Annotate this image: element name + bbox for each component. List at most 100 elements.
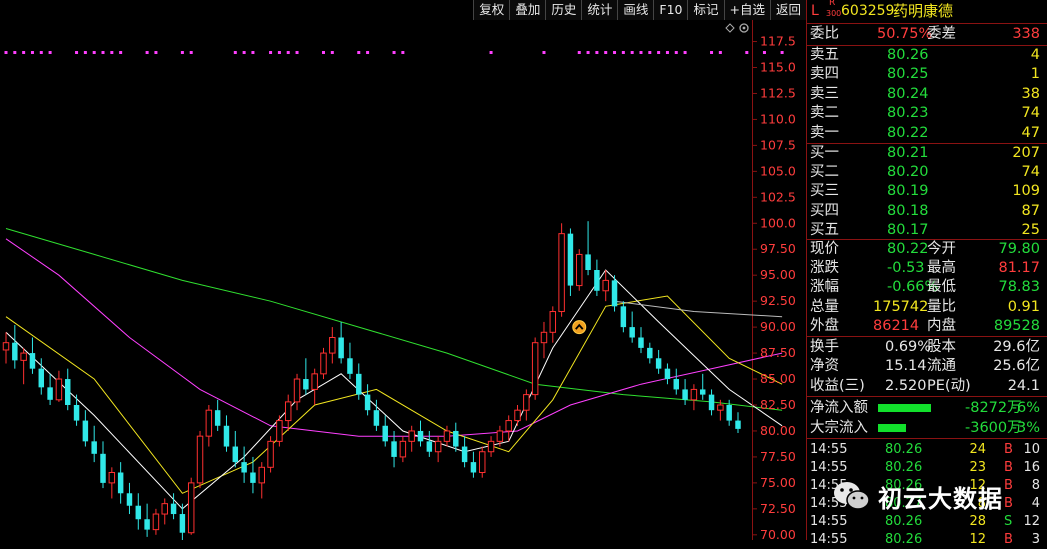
signal-mark (242, 51, 246, 54)
tick-side: S (1004, 514, 1013, 529)
weicha-label: 委差 (927, 26, 956, 42)
ask-row[interactable]: 卖一 80.22 47 (807, 124, 1047, 143)
signal-mark (621, 51, 625, 54)
y-axis-label: 92.50 (760, 293, 796, 308)
bid-price: 80.17 (887, 221, 929, 238)
y-axis-label: 115.0 (760, 60, 796, 75)
ask-price: 80.23 (887, 105, 929, 122)
tick-volume: 24 (969, 442, 986, 457)
toolbar-button-fuquan[interactable]: 复权 (473, 0, 510, 20)
y-axis-label: 87.50 (760, 345, 796, 360)
signal-mark (366, 51, 370, 54)
stat-row[interactable]: 涨幅 -0.66% 最低 78.83 (807, 278, 1047, 297)
bid-label: 买二 (810, 164, 839, 181)
signal-mark (251, 51, 255, 54)
signal-mark (401, 51, 405, 54)
bid-row[interactable]: 买四 80.18 87 (807, 202, 1047, 221)
signal-mark (718, 51, 722, 54)
fund-row[interactable]: 收益(三) 2.520 PE(动) 24.1 (807, 377, 1047, 396)
flow-label: 大宗流入 (810, 419, 868, 436)
fund-row[interactable]: 净资 15.14 流通 25.6亿 (807, 357, 1047, 376)
ask-row[interactable]: 卖三 80.24 38 (807, 85, 1047, 104)
toolbar-button-mark[interactable]: 标记 (687, 0, 724, 20)
signal-mark (357, 51, 361, 54)
fund-label: 换手 (810, 339, 839, 355)
y-axis-label: 110.0 (760, 111, 796, 126)
kline-chart-svg[interactable]: 120.0117.5115.0112.5110.0107.5105.0102.5… (0, 0, 806, 542)
bid-label: 买四 (810, 202, 839, 219)
ask-volume: 38 (1021, 85, 1040, 102)
toolbar-button-history[interactable]: 历史 (545, 0, 582, 20)
stat-row[interactable]: 外盘 86214 内盘 89528 (807, 317, 1047, 336)
stat-row[interactable]: 现价 80.22 今开 79.80 (807, 240, 1047, 259)
bid-row[interactable]: 买二 80.20 74 (807, 163, 1047, 182)
tick-side: B (1004, 478, 1013, 493)
bid-label: 买一 (810, 145, 839, 161)
ask-price: 80.25 (887, 66, 929, 83)
signal-mark (604, 51, 608, 54)
signal-mark (392, 51, 396, 54)
flow-row[interactable]: 净流入额 -8272万 -6% (807, 399, 1047, 418)
signal-mark (613, 51, 617, 54)
wechat-icon (834, 482, 870, 510)
stat-row[interactable]: 涨跌 -0.53 最高 81.17 (807, 259, 1047, 278)
stat-value: -0.53 (887, 260, 925, 277)
toolbar-button-f10[interactable]: F10 (653, 0, 688, 20)
signal-mark (665, 51, 669, 54)
signal-mark (233, 51, 237, 54)
fund-row[interactable]: 换手 0.69% 股本 29.6亿 (807, 338, 1047, 357)
l-badge[interactable]: L (811, 2, 819, 21)
toolbar-button-draw[interactable]: 画线 (617, 0, 654, 20)
ask-row[interactable]: 卖二 80.23 74 (807, 104, 1047, 123)
stat-value: 175742 (873, 298, 929, 315)
y-axis-label: 70.00 (760, 527, 796, 540)
stat-value-2: 0.91 (1007, 298, 1040, 315)
signal-mark (110, 51, 114, 54)
ask-price: 80.26 (887, 47, 929, 63)
flow-bar (878, 423, 906, 432)
toolbar-button-add-watchlist[interactable]: +自选 (723, 0, 770, 20)
tick-side: B (1004, 442, 1013, 457)
tick-side: B (1004, 460, 1013, 475)
ask-label: 卖五 (810, 47, 839, 63)
signal-mark (269, 51, 273, 54)
toolbar-button-stats[interactable]: 统计 (581, 0, 618, 20)
stock-code[interactable]: 603259 (841, 2, 894, 21)
stat-row[interactable]: 总量 175742 量比 0.91 (807, 298, 1047, 317)
stat-value-2: 81.17 (998, 260, 1040, 277)
ask-row[interactable]: 卖五 80.26 4 (807, 46, 1047, 65)
tick-count: 4 (1031, 496, 1040, 511)
y-axis-label: 105.0 (760, 163, 796, 178)
tick-volume: 23 (969, 460, 986, 475)
watermark-text: 初云大数据 (878, 484, 1003, 513)
signal-mark (639, 51, 643, 54)
r-badge[interactable]: R (829, 0, 835, 8)
toolbar-button-overlay[interactable]: 叠加 (509, 0, 546, 20)
bid-row[interactable]: 买一 80.21 207 (807, 144, 1047, 163)
flow-row[interactable]: 大宗流入 -3600万 -3% (807, 419, 1047, 438)
bid-row[interactable]: 买五 80.17 25 (807, 221, 1047, 240)
tick-row[interactable]: 14:55 80.26 24 B 10 (807, 440, 1047, 459)
stat-label: 现价 (810, 241, 839, 257)
fund-label-2: 股本 (927, 339, 956, 355)
stock-name[interactable]: 药明康德 (893, 2, 953, 21)
buy-signal-icon[interactable] (572, 320, 587, 335)
signal-mark (101, 51, 105, 54)
bid-row[interactable]: 买三 80.19 109 (807, 182, 1047, 201)
ask-row[interactable]: 卖四 80.25 1 (807, 65, 1047, 84)
y-axis-label: 100.0 (760, 215, 796, 230)
toolbar-button-back[interactable]: 返回 (769, 0, 806, 20)
divider (807, 396, 1047, 397)
tick-count: 12 (1023, 514, 1040, 529)
tick-row[interactable]: 14:55 80.26 23 B 16 (807, 458, 1047, 477)
weibi-label: 委比 (810, 26, 839, 42)
signal-mark (710, 51, 714, 54)
fund-label-2: 流通 (927, 358, 956, 375)
y-axis-label: 117.5 (760, 34, 796, 49)
signal-mark (180, 51, 184, 54)
tick-side: B (1004, 496, 1013, 511)
kline-chart[interactable]: 120.0117.5115.0112.5110.0107.5105.0102.5… (0, 0, 806, 542)
y-axis-label: 107.5 (760, 137, 796, 152)
y-axis-label: 102.5 (760, 189, 796, 204)
ask-label: 卖二 (810, 105, 839, 122)
